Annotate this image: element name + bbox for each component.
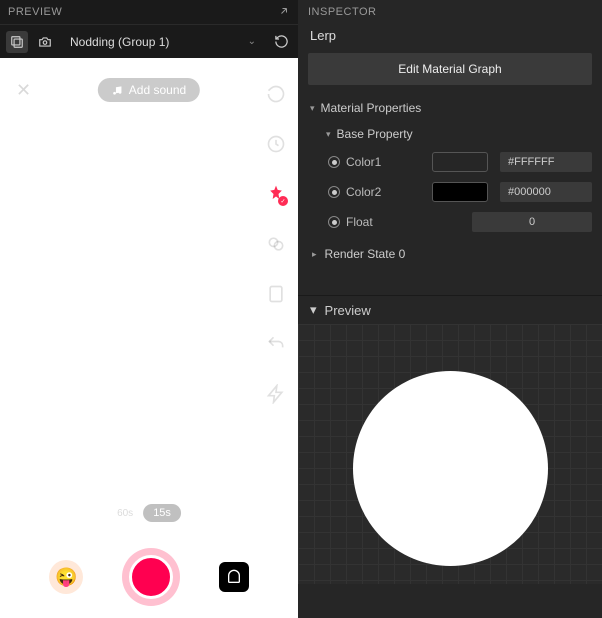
property-label: Float bbox=[346, 215, 426, 229]
flip-icon[interactable] bbox=[262, 76, 290, 112]
popout-icon[interactable] bbox=[278, 5, 290, 20]
record-inner-icon bbox=[129, 555, 173, 599]
chevron-down-icon: ▾ bbox=[310, 103, 315, 114]
animation-name: Nodding (Group 1) bbox=[70, 35, 169, 49]
effects-icon[interactable]: ✓ bbox=[262, 176, 290, 212]
chevron-down-icon: ⌄ bbox=[248, 36, 256, 47]
radio-icon[interactable] bbox=[328, 216, 340, 228]
chevron-down-icon: ▾ bbox=[310, 302, 317, 318]
float-field[interactable]: 0 bbox=[472, 212, 592, 232]
color2-swatch[interactable] bbox=[432, 182, 488, 202]
inspector-preview-section: ▾ Preview bbox=[298, 295, 602, 584]
add-sound-button[interactable]: Add sound bbox=[98, 78, 200, 102]
inspector-panel: INSPECTOR Lerp Edit Material Graph ▾ Mat… bbox=[298, 0, 602, 618]
preview-toolbar: Nodding (Group 1) ⌄ bbox=[0, 24, 298, 58]
radio-icon[interactable] bbox=[328, 186, 340, 198]
material-preview-canvas[interactable] bbox=[298, 324, 602, 584]
duration-60s[interactable]: 60s bbox=[117, 508, 133, 519]
timer-icon[interactable] bbox=[262, 276, 290, 312]
section-material-properties[interactable]: ▾ Material Properties bbox=[298, 95, 602, 121]
inspector-title: INSPECTOR bbox=[298, 0, 602, 24]
beauty-icon[interactable] bbox=[262, 226, 290, 262]
bottom-bar: 😜 bbox=[0, 548, 298, 606]
duration-selector: 60s 15s bbox=[117, 504, 181, 522]
color1-swatch[interactable] bbox=[432, 152, 488, 172]
camera-icon[interactable] bbox=[34, 31, 56, 53]
preview-sphere bbox=[353, 371, 548, 566]
reply-icon[interactable] bbox=[262, 326, 290, 362]
phone-canvas: ✕ Add sound ✓ 60s 15s 😜 bbox=[0, 58, 298, 618]
property-label: Color1 bbox=[346, 155, 426, 169]
property-float: Float 0 bbox=[298, 207, 602, 237]
radio-icon[interactable] bbox=[328, 156, 340, 168]
property-label: Color2 bbox=[346, 185, 426, 199]
color2-hex-field[interactable]: #000000 bbox=[500, 182, 592, 202]
edit-material-graph-button[interactable]: Edit Material Graph bbox=[308, 53, 592, 85]
section-base-property[interactable]: ▾ Base Property bbox=[298, 121, 602, 147]
chevron-right-icon: ▸ bbox=[312, 249, 317, 260]
section-render-state[interactable]: ▸ Render State 0 bbox=[298, 237, 602, 271]
upload-button[interactable] bbox=[219, 562, 249, 592]
animation-dropdown[interactable]: Nodding (Group 1) ⌄ bbox=[62, 31, 264, 53]
add-sound-label: Add sound bbox=[129, 83, 186, 97]
inspector-node-name: Lerp bbox=[298, 24, 602, 53]
speed-icon[interactable] bbox=[262, 126, 290, 162]
section-preview[interactable]: ▾ Preview bbox=[298, 295, 602, 324]
color1-hex-field[interactable]: #FFFFFF bbox=[500, 152, 592, 172]
section-label: Material Properties bbox=[321, 101, 422, 115]
device-frame-icon[interactable] bbox=[6, 31, 28, 53]
effects-button[interactable]: 😜 bbox=[49, 560, 83, 594]
preview-panel: PREVIEW Nodding (Group 1) ⌄ ✕ Add sound bbox=[0, 0, 298, 618]
duration-15s[interactable]: 15s bbox=[143, 504, 181, 522]
property-color1: Color1 #FFFFFF bbox=[298, 147, 602, 177]
music-note-icon bbox=[112, 85, 123, 96]
section-label: Base Property bbox=[337, 127, 413, 141]
side-toolbar: ✓ bbox=[262, 76, 290, 412]
chevron-down-icon: ▾ bbox=[326, 129, 331, 140]
flash-icon[interactable] bbox=[262, 376, 290, 412]
check-badge-icon: ✓ bbox=[278, 196, 288, 206]
property-color2: Color2 #000000 bbox=[298, 177, 602, 207]
record-button[interactable] bbox=[122, 548, 180, 606]
preview-header: PREVIEW bbox=[0, 0, 298, 24]
section-label: Render State 0 bbox=[325, 247, 406, 261]
section-label: Preview bbox=[325, 303, 371, 318]
preview-title: PREVIEW bbox=[8, 6, 62, 18]
close-icon[interactable]: ✕ bbox=[16, 80, 31, 101]
refresh-icon[interactable] bbox=[270, 31, 292, 53]
